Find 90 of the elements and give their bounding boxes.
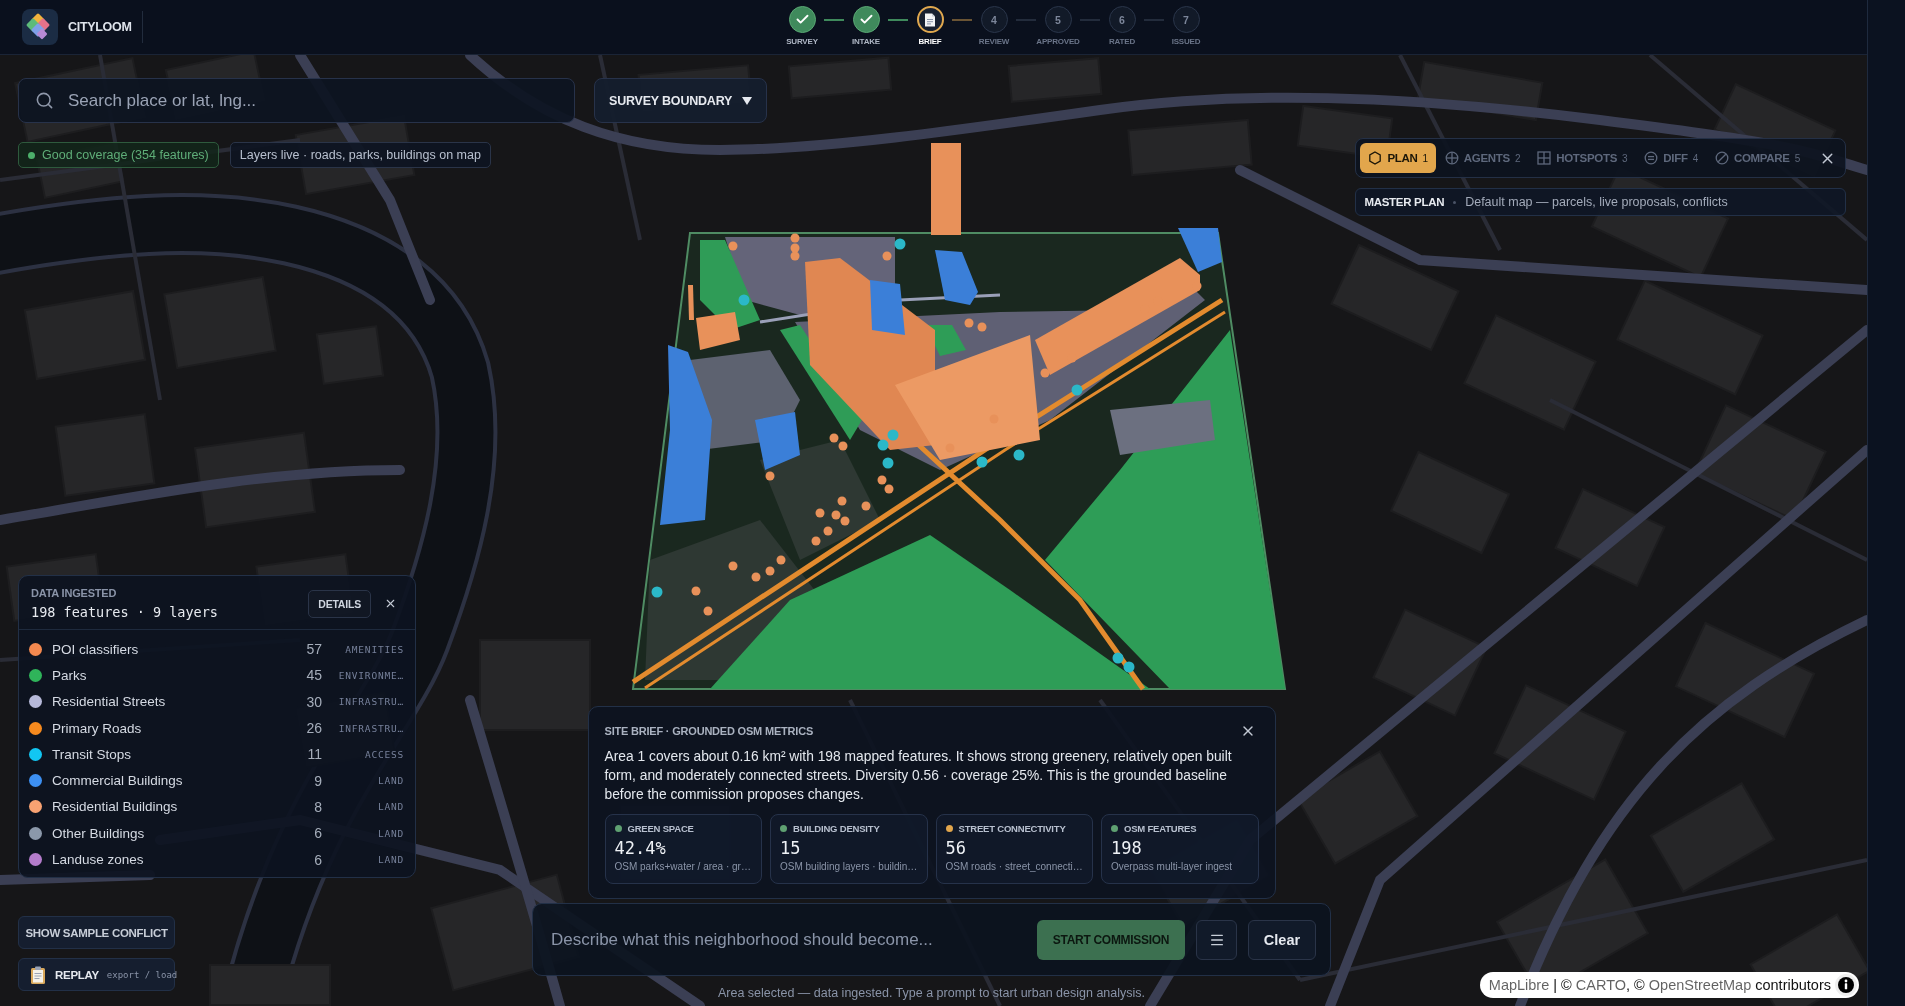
metric-note: OSM building layers · buildin… (780, 861, 918, 872)
layer-category: ACCESS (364, 748, 404, 760)
panel-title: DATA INGESTED (31, 587, 118, 599)
status-dot-icon (28, 151, 35, 159)
layer-count: 57 (306, 641, 322, 658)
metric-value: 42.4% (614, 838, 667, 858)
layer-count: 8 (314, 798, 322, 815)
layer-count: 45 (306, 667, 322, 684)
sample-conflict-button[interactable]: SHOW SAMPLE CONFLICT (18, 916, 175, 949)
menu-button[interactable] (1196, 919, 1237, 960)
layer-name: Landuse zones (52, 852, 145, 867)
boundary-dropdown[interactable]: SURVEY BOUNDARY (594, 78, 768, 123)
metric-label: BUILDING DENSITY (793, 823, 880, 834)
step-label: ISSUED (1171, 37, 1201, 46)
layer-count: 6 (314, 851, 322, 868)
metric-note: Overpass multi-layer ingest (1111, 861, 1234, 872)
step-label: SURVEY (786, 37, 818, 46)
layer-category: LAND (377, 801, 404, 813)
search-input[interactable]: Search place or lat, lng... (66, 79, 558, 122)
equals-circle-icon (1644, 151, 1659, 165)
layer-name: Other Buildings (52, 825, 146, 841)
details-button[interactable]: DETAILS (308, 589, 371, 618)
logo-icon (22, 9, 58, 45)
layer-category: LAND (377, 854, 404, 865)
view-tab[interactable]: HOTSPOTS 3 (1529, 143, 1636, 173)
step-label: REVIEW (978, 37, 1010, 46)
view-tab[interactable]: PLAN 1 (1360, 143, 1436, 173)
layer-name: Parks (52, 667, 88, 683)
coverage-chip: Good coverage (354 features) (18, 142, 219, 168)
metric-note: OSM parks+water / area · gr… (614, 861, 752, 872)
mode-title: MASTER PLAN (1364, 196, 1445, 208)
layer-category: AMENITIES (345, 643, 404, 655)
layer-category: INFRASTRU… (338, 722, 404, 734)
layer-category: INFRASTRU… (338, 696, 404, 708)
data-summary: 198 features · 9 layers (31, 604, 218, 620)
layer-name: Primary Roads (52, 720, 143, 736)
status-message: Area selected — data ingested. Type a prompt to start urban design analysis. (717, 986, 1146, 1000)
view-tab[interactable]: COMPARE 5 (1706, 143, 1808, 173)
attribution-link[interactable]: MapLibre (1488, 977, 1550, 993)
layer-count: 11 (307, 746, 322, 763)
step-number: 6 (1108, 6, 1136, 33)
grid-icon (1537, 151, 1552, 165)
attribution-text: MapLibre | © CARTO, © OpenStreetMap contributors (1488, 977, 1831, 993)
info-chip: Layers live · roads, parks, buildings on map (229, 142, 491, 168)
search-icon (35, 91, 54, 110)
prompt-input[interactable]: Describe what this neighborhood should become... (549, 919, 1026, 960)
metric-value: 15 (780, 838, 802, 858)
clipboard-icon (29, 965, 47, 984)
clear-button[interactable]: Clear (1248, 919, 1316, 960)
metric-value: 56 (945, 838, 967, 858)
metric-label: OSM FEATURES (1124, 823, 1197, 834)
layer-count: 9 (314, 772, 322, 789)
brief-text: Area 1 covers about 0.16 km² with 198 mapped features. It shows strong greenery, relatively open built form, and moderately connected streets. Diversity 0.56 · coverage 25%. This is the grounded baseline before the commission proposes changes. (604, 748, 1233, 804)
hexagon-icon (1368, 151, 1383, 165)
app-name: CITYLOOM (68, 20, 132, 34)
layer-name: Commercial Buildings (52, 773, 184, 789)
layer-category: LAND (377, 827, 404, 839)
view-tab[interactable]: DIFF 4 (1636, 143, 1706, 173)
separator-dot-icon (1453, 200, 1457, 204)
step-number: 4 (980, 6, 1008, 33)
attribution-link[interactable]: OpenStreetMap (1648, 977, 1752, 993)
slash-circle-icon (1714, 151, 1729, 165)
layer-count: 6 (314, 825, 322, 842)
layer-count: 30 (306, 693, 322, 710)
info-icon[interactable] (1835, 974, 1857, 996)
step-label: APPROVED (1036, 37, 1080, 46)
attribution-link[interactable]: CARTO (1575, 977, 1627, 993)
panel-title: SITE BRIEF · GROUNDED OSM METRICS (604, 725, 814, 737)
search-field[interactable]: Search place or lat, lng... (18, 78, 575, 123)
metric-label: GREEN SPACE (627, 823, 694, 834)
metric-label: STREET CONNECTIVITY (958, 823, 1066, 834)
step-number: 5 (1044, 6, 1072, 33)
layer-name: Transit Stops (52, 746, 133, 762)
metric-note: OSM roads · street_connecti… (945, 861, 1083, 872)
step-label: INTAKE (852, 37, 880, 46)
crosshair-icon (1444, 151, 1459, 165)
layer-name: Residential Streets (52, 694, 167, 710)
replay-button[interactable]: REPLAY export / load (18, 958, 175, 991)
layer-name: Residential Buildings (52, 799, 179, 815)
layer-count: 26 (306, 720, 322, 737)
layer-category: ENVIRONME… (338, 669, 404, 681)
step-label: RATED (1109, 37, 1135, 46)
step-number: 7 (1172, 6, 1200, 33)
metric-value: 198 (1111, 838, 1143, 858)
layer-name: POI classifiers (52, 641, 140, 657)
view-tab[interactable]: AGENTS 2 (1436, 143, 1529, 173)
layer-category: LAND (377, 775, 404, 787)
caret-icon (742, 96, 753, 105)
mode-description: Default map — parcels, live proposals, conflicts (1465, 195, 1728, 209)
step-label: BRIEF (918, 37, 942, 46)
